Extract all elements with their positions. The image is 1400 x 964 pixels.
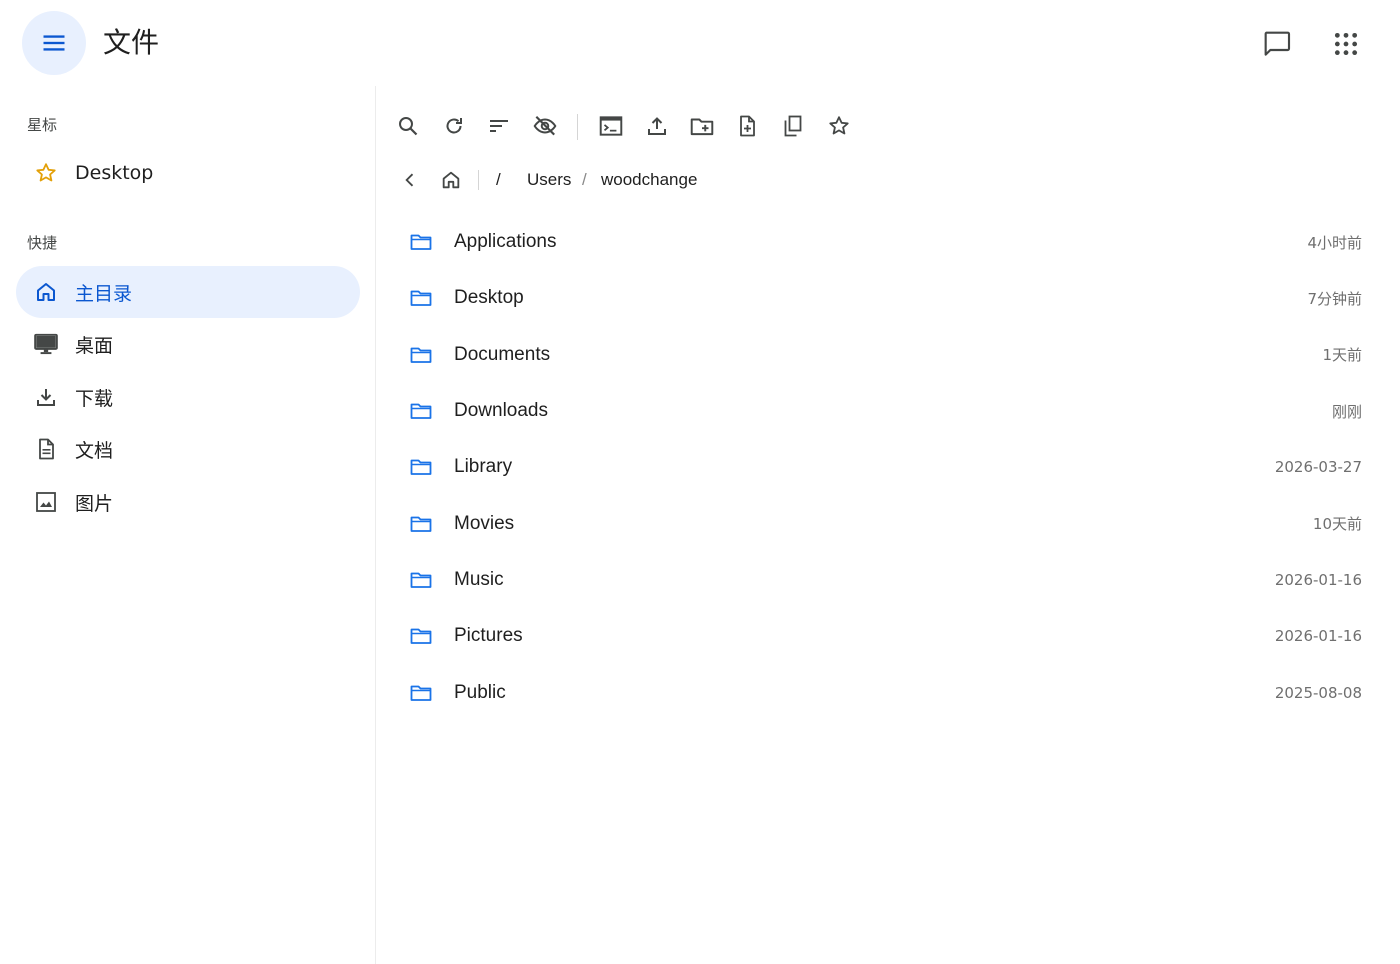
starred-section-label: 星标 [27,116,58,134]
file-name: Downloads [454,400,548,422]
breadcrumb-segment-users[interactable]: Users [527,166,571,194]
sidebar-item-downloads[interactable]: 下载 [16,371,360,423]
sidebar-item-label: 文档 [75,439,114,462]
back-button[interactable] [398,166,422,194]
sidebar-item-documents[interactable]: 文档 [16,423,360,475]
file-modified-date: 2026-01-16 [1274,627,1362,646]
sidebar-item-starred-desktop[interactable]: Desktop [16,147,360,199]
file-modified-date: 2026-03-27 [1274,458,1362,477]
star-icon [31,158,61,188]
folder-icon [406,509,436,539]
file-modified-date: 10天前 [1312,515,1362,534]
sidebar-item-label: Desktop [75,162,154,184]
quick-access-section-label: 快捷 [27,234,58,252]
sort-button[interactable] [481,108,517,144]
refresh-button[interactable] [436,108,472,144]
file-modified-date: 刚刚 [1331,402,1362,421]
search-icon [399,117,418,136]
folder-icon [406,621,436,651]
chevron-left-icon [405,173,414,187]
file-row-pictures[interactable]: Pictures 2026-01-16 [393,608,1380,664]
search-button[interactable] [390,108,426,144]
new-file-button[interactable] [729,108,765,144]
document-icon [31,434,61,464]
hamburger-menu-icon [43,35,65,51]
sidebar-item-home[interactable]: 主目录 [16,266,360,318]
home-icon [31,277,61,307]
upload-button[interactable] [639,108,675,144]
home-icon [442,171,460,189]
file-list: Applications 4小时前 Desktop 7分钟前 Documents… [393,214,1380,721]
folder-icon [406,227,436,257]
file-row-desktop[interactable]: Desktop 7分钟前 [393,270,1380,326]
file-name: Public [454,681,506,703]
sidebar: 星标 Desktop 快捷 主目录 桌面 下载 文档 图片 [0,86,375,964]
breadcrumb-divider [478,170,479,190]
file-row-downloads[interactable]: Downloads 刚刚 [393,383,1380,439]
page-title: 文件 [103,26,160,59]
file-modified-date: 1天前 [1322,346,1362,365]
file-modified-date: 2025-08-08 [1274,683,1362,702]
copy-icon [784,115,802,137]
file-row-documents[interactable]: Documents 1天前 [393,327,1380,383]
folder-icon [406,678,436,708]
open-terminal-button[interactable] [593,108,629,144]
refresh-icon [446,118,462,134]
folder-icon [406,340,436,370]
sidebar-item-label: 下载 [75,387,114,410]
file-name: Pictures [454,625,523,647]
file-row-music[interactable]: Music 2026-01-16 [393,552,1380,608]
file-name: Movies [454,512,515,534]
desktop-monitor-icon [31,329,61,359]
new-folder-icon [690,118,714,136]
file-row-applications[interactable]: Applications 4小时前 [393,214,1380,270]
breadcrumb-root[interactable]: / [496,166,501,194]
sort-icon [490,120,508,132]
file-modified-date: 7分钟前 [1307,289,1362,308]
new-file-icon [740,115,755,137]
apps-button[interactable] [1326,24,1366,64]
sidebar-item-label: 桌面 [75,334,114,357]
feedback-button[interactable] [1257,24,1297,64]
chat-feedback-icon [1264,31,1291,56]
sidebar-divider [375,86,376,964]
file-name: Applications [454,231,557,253]
file-name: Library [454,456,513,478]
breadcrumb-home-button[interactable] [438,166,464,194]
folder-icon [406,396,436,426]
file-modified-date: 2026-01-16 [1274,570,1362,589]
toolbar-separator [577,114,578,140]
star-outline-icon [829,116,849,135]
folder-icon [406,283,436,313]
sidebar-item-label: 主目录 [75,282,133,305]
download-icon [31,382,61,412]
toggle-hidden-files-button[interactable] [527,108,563,144]
file-row-public[interactable]: Public 2025-08-08 [393,664,1380,720]
copy-button[interactable] [775,108,811,144]
star-current-folder-button[interactable] [821,108,857,144]
apps-grid-icon [1334,32,1358,56]
terminal-icon [599,116,623,136]
sidebar-item-label: 图片 [75,492,114,515]
folder-icon [406,565,436,595]
upload-icon [648,117,666,135]
breadcrumb-segment-current[interactable]: woodchange [601,166,697,194]
breadcrumb-separator: / [582,170,587,189]
new-folder-button[interactable] [684,108,720,144]
file-name: Documents [454,343,551,365]
file-modified-date: 4小时前 [1307,233,1362,252]
sidebar-item-pictures[interactable]: 图片 [16,476,360,528]
main-menu-button[interactable] [22,11,86,75]
file-name: Music [454,568,504,590]
file-name: Desktop [454,287,524,309]
app-header: 文件 [0,0,1400,86]
image-icon [31,487,61,517]
file-row-movies[interactable]: Movies 10天前 [393,495,1380,551]
folder-icon [406,452,436,482]
file-row-library[interactable]: Library 2026-03-27 [393,439,1380,495]
sidebar-item-desktop[interactable]: 桌面 [16,318,360,370]
hide-hidden-files-icon [533,116,557,136]
